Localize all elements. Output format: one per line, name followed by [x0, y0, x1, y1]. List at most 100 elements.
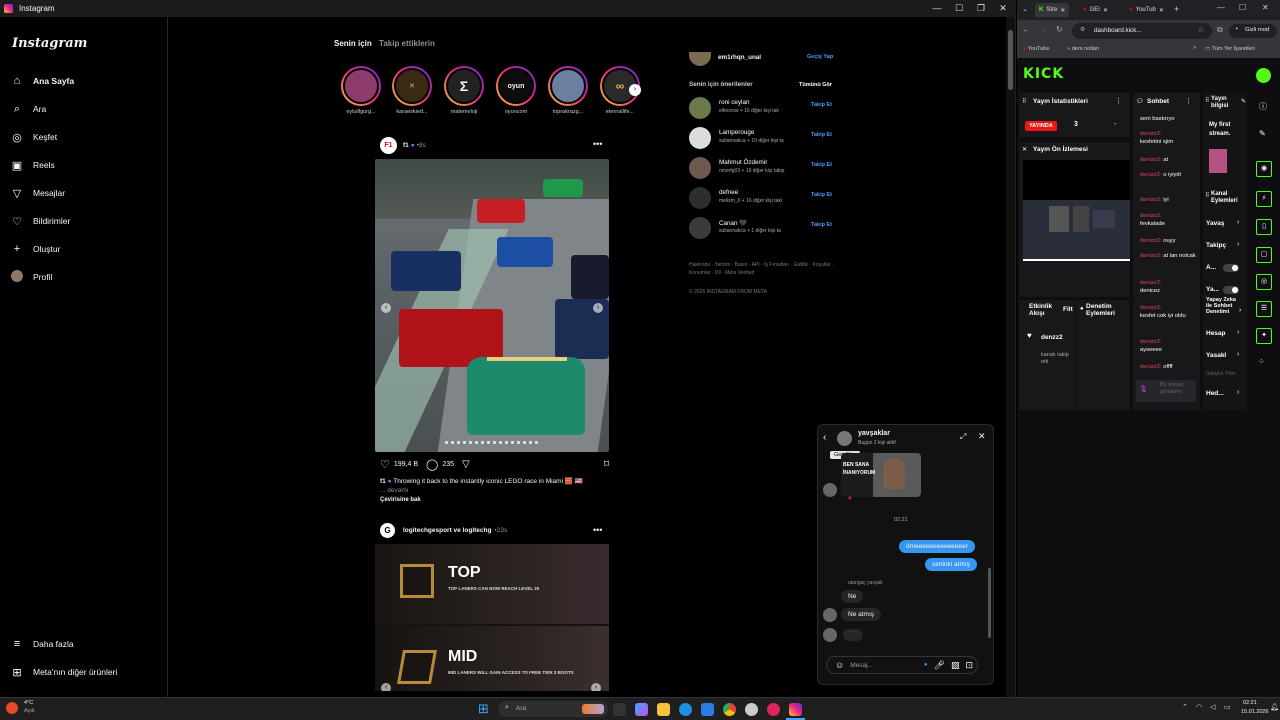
close-window-button[interactable]: ✕: [1262, 3, 1269, 12]
back-icon[interactable]: ‹: [823, 432, 826, 443]
emote-icon[interactable]: 🎙︎: [1139, 385, 1148, 393]
site-info-icon[interactable]: ⚙: [1080, 26, 1085, 33]
new-tab-button[interactable]: +: [1174, 4, 1179, 14]
incoming-message[interactable]: Ne atmış: [841, 608, 882, 621]
scrollbar-thumb[interactable]: [1008, 30, 1013, 90]
suggestion-avatar[interactable]: [689, 217, 711, 239]
kick-logo[interactable]: KICK: [1023, 66, 1064, 82]
weather-temp[interactable]: 4°C: [24, 700, 33, 706]
wrench-icon[interactable]: ✦: [1256, 328, 1272, 344]
chat-input[interactable]: 🎙︎ Bir mesaj gönderin: [1136, 380, 1196, 402]
reload-icon[interactable]: ↻: [1056, 25, 1063, 34]
url-field[interactable]: dashboard.kick... ⚙ ☆: [1072, 23, 1212, 39]
chrome-icon[interactable]: [723, 703, 736, 716]
file-explorer-icon[interactable]: [657, 703, 670, 716]
chat-scrollbar[interactable]: [988, 568, 991, 638]
page-scrollbar[interactable]: [1006, 17, 1015, 697]
switch-account-link[interactable]: Geçiş Yap: [807, 54, 833, 60]
browser-tab-active[interactable]: K Stre ✕: [1035, 3, 1070, 17]
carousel-next-button[interactable]: ›: [591, 683, 601, 691]
sticker-icon[interactable]: ⊡: [965, 660, 973, 671]
nav-search[interactable]: ⌕ Ara: [10, 101, 46, 117]
story-item[interactable]: eylulllgurg...: [339, 66, 383, 115]
mic-icon[interactable]: 🎤︎: [934, 660, 945, 671]
chevron-right-icon[interactable]: ›: [1237, 351, 1239, 358]
sender-avatar[interactable]: [823, 483, 837, 497]
sender-avatar[interactable]: [823, 628, 837, 642]
post-image[interactable]: ‹ ›: [375, 159, 609, 452]
chat-title[interactable]: yavşaklar: [858, 430, 890, 437]
extensions-icon[interactable]: ⧉: [1217, 25, 1223, 35]
footer-links[interactable]: Hakkında · Yardım · Basın · API · İş Fır…: [689, 261, 837, 277]
drag-handle-icon[interactable]: ⠿: [1022, 98, 1026, 105]
group-avatar[interactable]: [837, 431, 852, 446]
action-followers[interactable]: Takipç: [1206, 242, 1226, 249]
info-icon[interactable]: ⓘ: [1259, 101, 1267, 112]
post-options-icon[interactable]: •••: [593, 525, 602, 535]
notification-icon[interactable]: 🔔︎: [1270, 703, 1279, 711]
comment-icon[interactable]: ◯: [426, 458, 438, 471]
suggestion-username[interactable]: defnee: [719, 189, 738, 196]
bolt-icon[interactable]: ⚡︎: [1256, 191, 1272, 207]
nav-create[interactable]: + Oluştur: [10, 241, 61, 257]
bookmark-youtube[interactable]: ● YouTube: [1023, 46, 1049, 52]
nav-home[interactable]: ⌂ Ana Sayfa: [10, 73, 74, 89]
broadcast-icon[interactable]: ◎: [1256, 274, 1272, 290]
volume-icon[interactable]: ◁: [1210, 703, 1215, 711]
wifi-icon[interactable]: ◠: [1196, 703, 1202, 711]
edit-icon[interactable]: ✎: [1241, 98, 1246, 105]
nav-meta-products[interactable]: ⊞ Meta'nın diğer ürünleri: [10, 664, 117, 680]
incognito-badge[interactable]: ◔ Gizli mod: [1229, 24, 1277, 38]
image-icon[interactable]: ▨: [951, 660, 960, 671]
translate-link[interactable]: Çevirisine bak: [380, 497, 421, 503]
suggestion-avatar[interactable]: [689, 97, 711, 119]
close-tab-icon[interactable]: ✕: [1159, 7, 1164, 14]
browser-tab[interactable]: ● YouTub ✕: [1125, 3, 1168, 17]
expand-icon[interactable]: ⤢: [960, 432, 966, 442]
close-chat-icon[interactable]: ✕: [978, 431, 986, 442]
tab-search-icon[interactable]: ⌄: [1022, 5, 1028, 13]
share-icon[interactable]: ▽: [462, 459, 470, 470]
story-item[interactable]: ✕ karaeskied...: [390, 66, 434, 115]
opera-icon[interactable]: [767, 703, 780, 716]
chevron-right-icon[interactable]: ›: [1237, 219, 1239, 226]
panel-menu-icon[interactable]: ⋮: [1115, 97, 1122, 105]
suggestion-username[interactable]: roni ceylan: [719, 99, 749, 106]
carousel-next-button[interactable]: ›: [593, 303, 603, 313]
chevron-right-icon[interactable]: ›: [1239, 307, 1241, 314]
suggestion-username[interactable]: Mahmut Özdemir: [719, 159, 767, 166]
story-item[interactable]: toprakrazg...: [546, 66, 590, 115]
close-panel-icon[interactable]: ✕: [1022, 146, 1027, 153]
action-viewer-management[interactable]: İzleyici Yön: [1206, 371, 1235, 377]
follow-button[interactable]: Takip Et: [811, 132, 832, 138]
carousel-prev-button[interactable]: ‹: [381, 303, 391, 313]
story-item[interactable]: oyun oyuncom: [494, 66, 538, 115]
incoming-message[interactable]: Ne: [841, 590, 864, 603]
meme-image[interactable]: BEN SANA İNANIYORUM: [841, 453, 921, 497]
more-bookmarks-icon[interactable]: »: [1193, 45, 1196, 51]
taskbar-search[interactable]: ⌕ Ara: [498, 701, 608, 717]
post-author[interactable]: f1: [403, 142, 409, 149]
caption-author[interactable]: f1: [380, 478, 386, 485]
more-icon[interactable]: ⁘: [1258, 357, 1265, 366]
action-toggle[interactable]: Ya...: [1206, 286, 1219, 293]
action-toggle[interactable]: A...: [1206, 264, 1216, 271]
tray-chevron-icon[interactable]: ⌃: [1182, 703, 1188, 711]
current-username[interactable]: em1rhqn_unal: [718, 54, 761, 61]
follow-button[interactable]: Takip Et: [811, 102, 832, 108]
pencil-icon[interactable]: ✎: [1259, 129, 1266, 138]
minimize-button[interactable]: —: [1217, 3, 1225, 12]
instagram-logo[interactable]: Instagram: [12, 36, 87, 51]
chat-bubble-icon[interactable]: ▢: [1256, 247, 1272, 263]
minimize-button[interactable]: —: [926, 0, 948, 17]
copilot-icon[interactable]: [635, 703, 648, 716]
maximize-button[interactable]: ☐: [1239, 3, 1246, 12]
forward-icon[interactable]: →: [1039, 25, 1047, 34]
stream-thumbnail[interactable]: [1209, 149, 1227, 173]
user-avatar[interactable]: [1256, 68, 1271, 83]
post-options-icon[interactable]: •••: [593, 139, 602, 149]
camera-icon[interactable]: ◉: [1256, 161, 1272, 177]
action-slow-mode[interactable]: Yavaş: [1206, 220, 1224, 227]
clock-date[interactable]: 15.01.2026: [1241, 709, 1269, 715]
panel-menu-icon[interactable]: ⋮: [1185, 97, 1192, 105]
